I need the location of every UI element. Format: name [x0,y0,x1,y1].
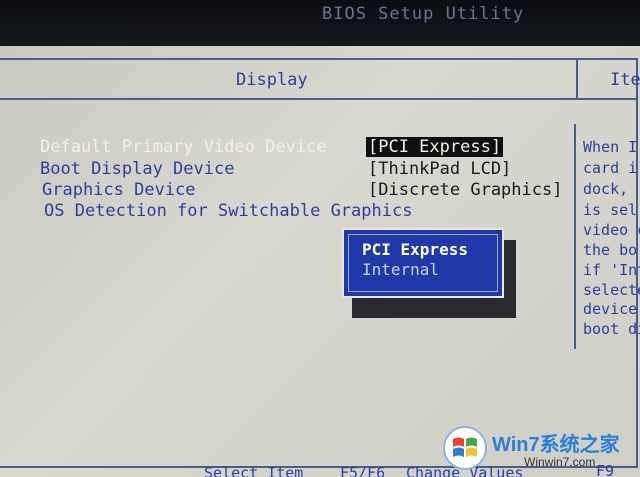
hint-select-item: Select Item [204,464,304,477]
help-line: dock, [583,180,629,198]
watermark-url: Winwin7.com [524,455,596,469]
setting-value[interactable]: [PCI Express] [366,137,504,157]
main-frame [0,58,638,468]
help-line: the bo [583,241,638,259]
help-line: boot di [583,320,640,338]
help-line: is sel [583,201,638,219]
setting-label: Graphics Device [42,180,196,200]
help-line: card i [583,159,638,177]
hint-change-key: F5/F6 [340,464,386,477]
window-title: BIOS Setup Utility [322,4,525,24]
watermark-logo-text: Win7系统之家 [492,434,620,456]
watermark: Win7系统之家 Winwin7.com [442,425,638,471]
top-bezel: BIOS Setup Utility [0,0,640,46]
help-line: video c [583,221,640,239]
tab-divider [576,60,578,98]
tab-next[interactable]: Ite [610,70,640,90]
tab-display[interactable]: Display [236,70,308,90]
setting-value[interactable]: [ThinkPad LCD] [368,159,511,179]
setting-label: OS Detection for Switchable Graphics [44,201,413,221]
help-line: selecte [583,281,640,299]
help-line: if 'Int [583,261,640,279]
setting-value[interactable]: [Discrete Graphics] [368,180,562,200]
windows-logo-icon [443,426,487,470]
help-line: When I [583,138,638,156]
help-divider [574,124,576,349]
popup-option-internal[interactable]: Internal [362,260,439,279]
setting-label: Default Primary Video Device [40,137,327,157]
help-line: device [583,300,638,318]
popup-option-pci-express[interactable]: PCI Express [362,240,468,259]
header-rule [0,98,638,100]
setting-label: Boot Display Device [40,159,235,179]
